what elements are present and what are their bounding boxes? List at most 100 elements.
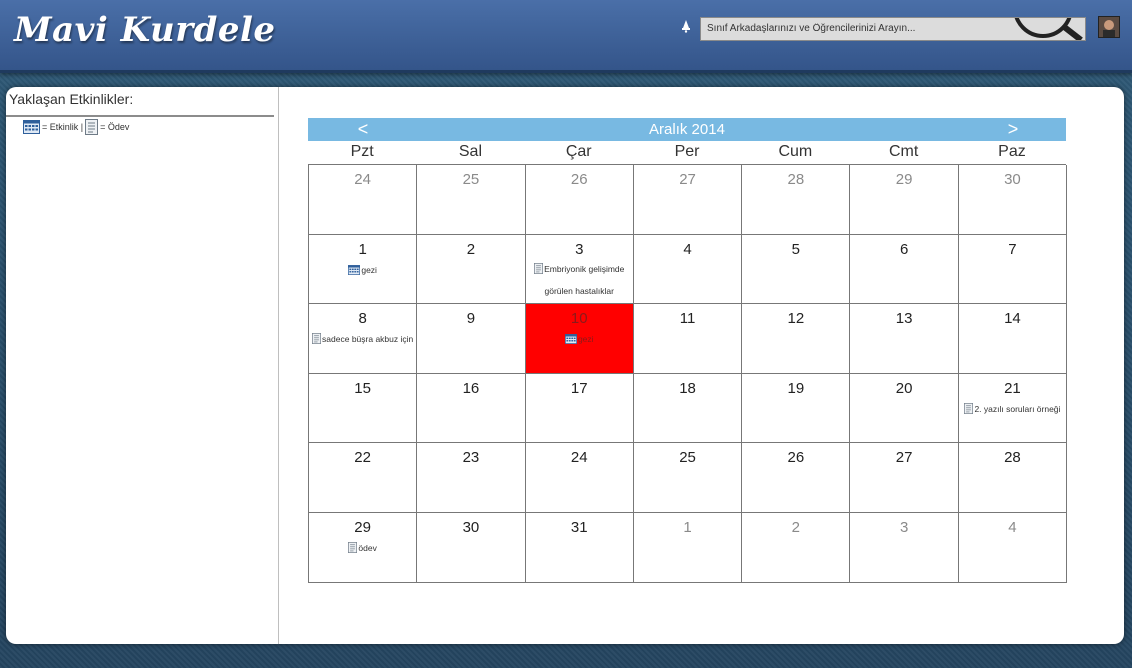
day-cell[interactable]: 22 — [309, 443, 418, 513]
day-cell[interactable]: 3 — [850, 512, 959, 583]
event-calendar-icon — [564, 334, 577, 345]
day-cell[interactable]: 20 — [850, 373, 959, 444]
event-calendar-icon — [23, 120, 40, 134]
day-number: 6 — [899, 240, 909, 258]
event-item[interactable]: gezi — [348, 259, 377, 281]
day-number: 29 — [354, 518, 371, 536]
day-cell[interactable]: 3 Embriyonik gelişimde görülen hastalıkla… — [525, 234, 634, 305]
day-cell[interactable]: 27 — [633, 165, 743, 235]
day-cell[interactable]: 21 2. yazılı soruları örneği — [958, 373, 1068, 444]
day-cell[interactable]: 24 — [309, 165, 418, 235]
day-cell[interactable]: 8 sadece büşra akbuz için — [309, 304, 418, 374]
event-title: ödev — [358, 542, 377, 553]
day-number: 7 — [1008, 240, 1017, 258]
day-number: 2 — [466, 240, 476, 258]
day-cell[interactable]: 17 — [525, 373, 634, 444]
day-cell[interactable]: 9 — [417, 304, 526, 374]
sidebar: Yaklaşan Etkinlikler: = Etkinlik | = Öde… — [6, 87, 279, 644]
day-cell[interactable]: 18 — [633, 373, 743, 444]
day-number: 1 — [358, 240, 367, 258]
homework-item[interactable]: 2. yazılı soruları örneği — [964, 398, 1060, 420]
day-cell[interactable]: 6 — [850, 234, 959, 305]
prev-month-button[interactable]: < — [343, 118, 383, 141]
day-number: 24 — [354, 171, 371, 188]
homework-document-icon — [964, 402, 974, 414]
homework-item[interactable]: Embriyonik gelişimde görülen hastalıklar — [526, 258, 632, 302]
day-number: 16 — [462, 379, 480, 397]
day-cell[interactable]: 26 — [742, 443, 851, 513]
day-cell[interactable]: 4 — [633, 234, 743, 305]
legend: = Etkinlik | = Ödev — [23, 119, 129, 135]
day-cell[interactable]: 5 — [742, 234, 851, 305]
day-number: 5 — [791, 240, 800, 258]
day-number: 2 — [791, 518, 800, 536]
day-cell[interactable]: 30 — [417, 512, 526, 583]
next-month-button[interactable]: > — [993, 118, 1033, 141]
day-cell[interactable]: 16 — [417, 373, 526, 444]
day-cell[interactable]: 28 — [742, 165, 851, 235]
search-box[interactable] — [700, 17, 1086, 41]
day-cell[interactable]: 29 ödev — [309, 512, 418, 583]
day-number: 28 — [787, 171, 805, 188]
day-cell[interactable]: 28 — [958, 443, 1068, 513]
day-cell[interactable]: 27 — [850, 443, 959, 513]
day-cell[interactable]: 24 — [525, 443, 634, 513]
weekday-header: Per — [674, 143, 700, 160]
event-calendar-icon — [348, 264, 361, 275]
event-title: sadece büşra akbuz için — [322, 334, 414, 345]
day-number: 4 — [1008, 518, 1017, 536]
calendar-header: Aralık 2014 < > — [308, 118, 1066, 141]
day-number: 30 — [1004, 171, 1021, 188]
homework-document-icon — [348, 541, 358, 553]
search-input[interactable] — [701, 18, 1007, 38]
homework-document-icon — [85, 119, 99, 135]
day-cell[interactable]: 4 — [958, 512, 1068, 583]
day-number: 22 — [354, 449, 371, 467]
bell-icon[interactable] — [679, 19, 693, 33]
day-cell[interactable]: 12 — [742, 304, 851, 374]
day-number: 25 — [462, 171, 480, 188]
day-cell[interactable]: 25 — [417, 165, 526, 235]
event-title: gezi — [361, 264, 377, 275]
day-cell[interactable]: 26 — [525, 165, 634, 235]
day-cell[interactable]: 7 — [958, 234, 1068, 305]
weekday-header: Çar — [565, 143, 592, 160]
day-cell[interactable]: 1 gezi — [309, 234, 418, 305]
calendar: Aralık 2014 < > Pzt Sal Çar Per Cum Cmt Paz 24… — [308, 118, 1068, 583]
day-cell[interactable]: 13 — [850, 304, 959, 374]
day-number: 20 — [895, 379, 913, 397]
homework-item[interactable]: ödev — [348, 537, 377, 559]
day-cell[interactable]: 2 — [742, 512, 851, 583]
upcoming-events-title: Yaklaşan Etkinlikler: — [9, 91, 134, 107]
day-cell[interactable]: 29 — [850, 165, 959, 235]
site-logo[interactable]: Mavi Kurdele — [14, 10, 276, 50]
day-cell[interactable]: 23 — [417, 443, 526, 513]
day-number: 25 — [679, 449, 696, 467]
day-number: 27 — [895, 449, 913, 467]
day-cell[interactable]: 25 — [633, 443, 743, 513]
day-cell[interactable]: 14 — [958, 304, 1068, 374]
day-cell[interactable]: 15 — [309, 373, 418, 444]
event-title: gezi — [577, 334, 594, 345]
day-cell[interactable]: 30 — [958, 165, 1068, 235]
day-number: 31 — [570, 518, 588, 536]
avatar-icon — [1099, 17, 1119, 37]
day-cell[interactable]: 19 — [742, 373, 851, 444]
user-avatar[interactable] — [1098, 16, 1120, 38]
day-cell[interactable]: 11 — [633, 304, 743, 374]
day-cell[interactable]: 31 — [525, 512, 634, 583]
event-item[interactable]: gezi — [564, 328, 594, 350]
day-cell[interactable]: 2 — [417, 234, 526, 305]
search-icon[interactable] — [1001, 17, 1085, 41]
weekday-header: Cmt — [888, 143, 919, 160]
day-number: 27 — [679, 171, 696, 188]
day-number: 30 — [462, 518, 480, 536]
day-number: 8 — [358, 310, 367, 328]
homework-item[interactable]: sadece büşra akbuz için — [312, 328, 413, 350]
homework-document-icon — [312, 333, 322, 345]
day-number: 28 — [1004, 449, 1021, 467]
day-number: 1 — [683, 518, 692, 536]
day-cell[interactable]: 1 — [633, 512, 743, 583]
day-number: 19 — [787, 379, 805, 397]
day-cell-today[interactable]: 10 gezi — [525, 304, 634, 374]
